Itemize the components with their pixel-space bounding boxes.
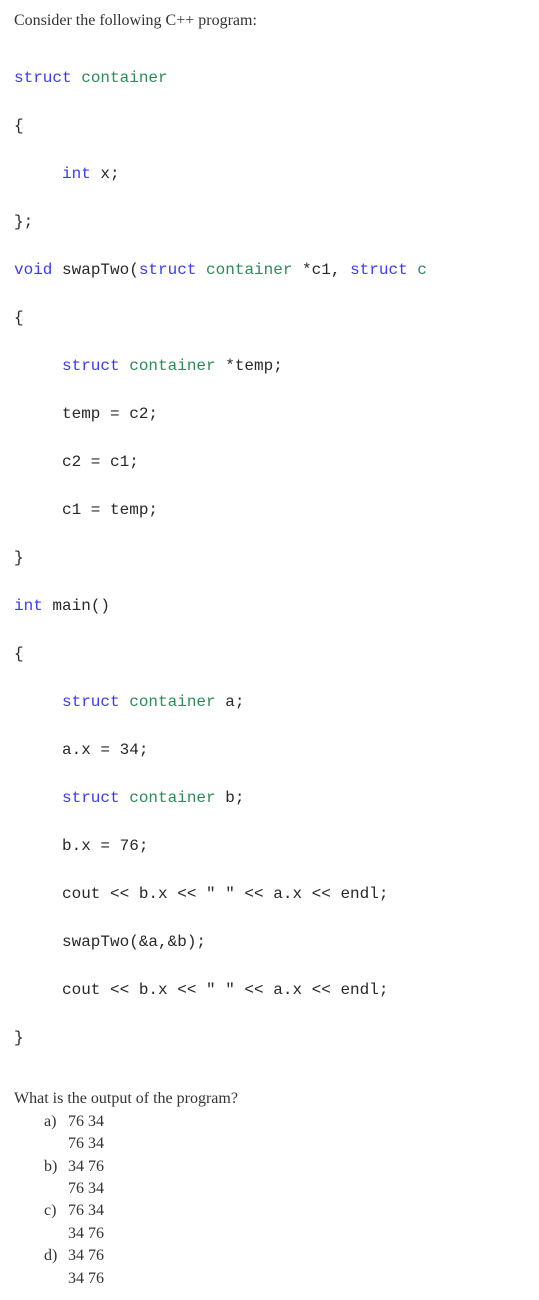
option-b-cont: 76 34 [44,1178,525,1200]
option-a-cont: 76 34 [44,1133,525,1155]
brace-open: { [14,642,525,666]
code-block: struct container { int x; }; void swapTw… [14,42,525,1074]
intro-text: Consider the following C++ program: [14,10,525,32]
fn-name: swapTwo( [52,261,138,279]
kw-struct: struct [62,357,120,375]
kw-int: int [14,597,43,615]
answer-list: a) 76 34 76 34 b) 34 76 76 34 c) 76 34 3… [44,1111,525,1290]
option-d: d) 34 76 [44,1245,525,1267]
option-letter: c) [44,1200,68,1222]
question-text: What is the output of the program? [14,1088,525,1110]
brace-close-semi: }; [14,210,525,234]
code-text: c2 = c1; [14,450,139,474]
type-container: container [120,789,216,807]
option-line1: 76 34 [68,1111,104,1133]
code-text: *temp; [216,357,283,375]
kw-int: int [62,165,91,183]
option-letter: d) [44,1245,68,1267]
option-line2: 76 34 [68,1133,104,1155]
code-text: *c1, [292,261,350,279]
code-text: cout << b.x << " " << a.x << endl; [14,978,388,1002]
brace-close: } [14,546,525,570]
brace-open: { [14,306,525,330]
option-d-cont: 34 76 [44,1268,525,1290]
kw-struct: struct [350,261,408,279]
option-line2: 34 76 [68,1268,104,1290]
option-line1: 34 76 [68,1245,104,1267]
code-text: c1 = temp; [14,498,158,522]
type-container: container [72,69,168,87]
kw-struct: struct [14,69,72,87]
option-line1: 76 34 [68,1200,104,1222]
option-line2: 76 34 [68,1178,104,1200]
option-letter: a) [44,1111,68,1133]
type-container: container [196,261,292,279]
code-text: cout << b.x << " " << a.x << endl; [14,882,388,906]
code-text: swapTwo(&a,&b); [14,930,206,954]
option-letter: b) [44,1156,68,1178]
kw-struct: struct [62,693,120,711]
brace-close: } [14,1026,525,1050]
option-line1: 34 76 [68,1156,104,1178]
type-container: c [408,261,427,279]
kw-struct: struct [139,261,197,279]
code-text: b; [216,789,245,807]
code-text: a.x = 34; [14,738,148,762]
code-text: b.x = 76; [14,834,148,858]
type-container: container [120,357,216,375]
code-text: temp = c2; [14,402,158,426]
option-c: c) 76 34 [44,1200,525,1222]
kw-void: void [14,261,52,279]
option-b: b) 34 76 [44,1156,525,1178]
option-line2: 34 76 [68,1223,104,1245]
option-c-cont: 34 76 [44,1223,525,1245]
code-text: x; [91,165,120,183]
fn-main: main() [43,597,110,615]
type-container: container [120,693,216,711]
kw-struct: struct [62,789,120,807]
code-text: a; [216,693,245,711]
option-a: a) 76 34 [44,1111,525,1133]
brace-open: { [14,114,525,138]
